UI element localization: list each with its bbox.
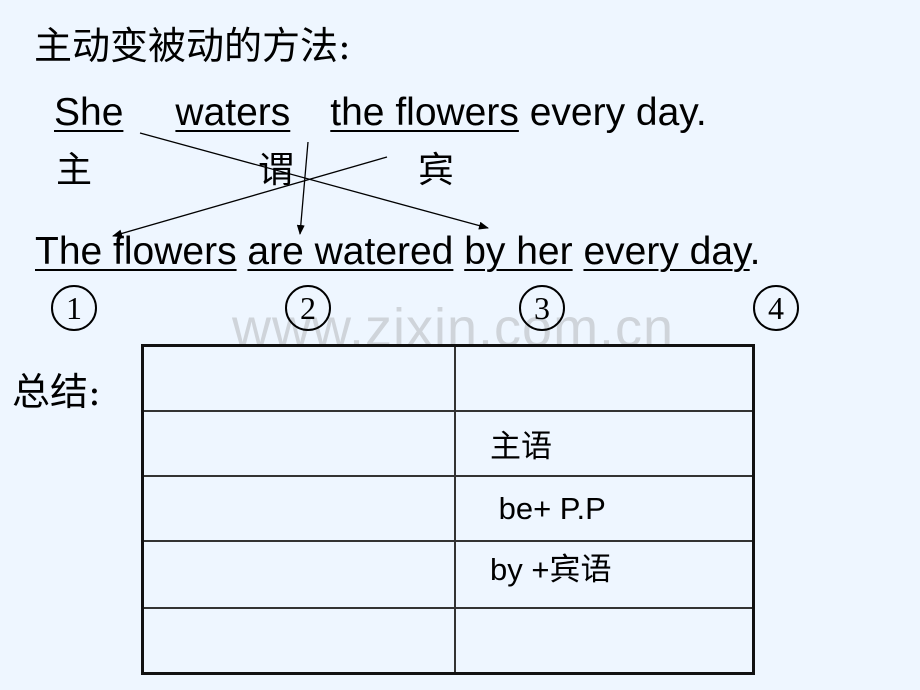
- arrow-verb-to-passive-verb: [296, 141, 309, 235]
- table-cell: by +宾语: [454, 540, 755, 609]
- table-row: 主语: [141, 410, 755, 477]
- table-cell: [141, 410, 456, 477]
- circled-number-1: 1: [51, 285, 97, 331]
- circled-number-3: 3: [519, 285, 565, 331]
- table-cell: [141, 475, 456, 542]
- table-cell: [141, 607, 456, 675]
- circled-number-4: 4: [753, 285, 799, 331]
- passive-part-2: are watered: [247, 230, 454, 273]
- table-cell: [141, 344, 456, 412]
- table-cell: 主语: [454, 410, 755, 477]
- passive-part-3: by her: [464, 230, 573, 273]
- table-row: [141, 607, 755, 675]
- passive-sentence: The flowers are watered by her every day…: [35, 229, 761, 275]
- passive-end: .: [749, 230, 761, 273]
- summary-label: 总结:: [12, 370, 101, 414]
- table-row: by +宾语: [141, 540, 755, 609]
- table-cell: [454, 607, 755, 675]
- arrow-object-to-subject: [112, 156, 388, 238]
- passive-part-1: The flowers: [35, 230, 237, 273]
- summary-table: 主语 be+ P.P by +宾语: [141, 344, 755, 675]
- passive-part-4: every day: [583, 230, 750, 273]
- table-cell: [454, 344, 755, 412]
- table-row: be+ P.P: [141, 475, 755, 542]
- table-cell: [141, 540, 456, 609]
- table-cell: be+ P.P: [454, 475, 755, 542]
- table-row: [141, 344, 755, 412]
- circled-number-2: 2: [285, 285, 331, 331]
